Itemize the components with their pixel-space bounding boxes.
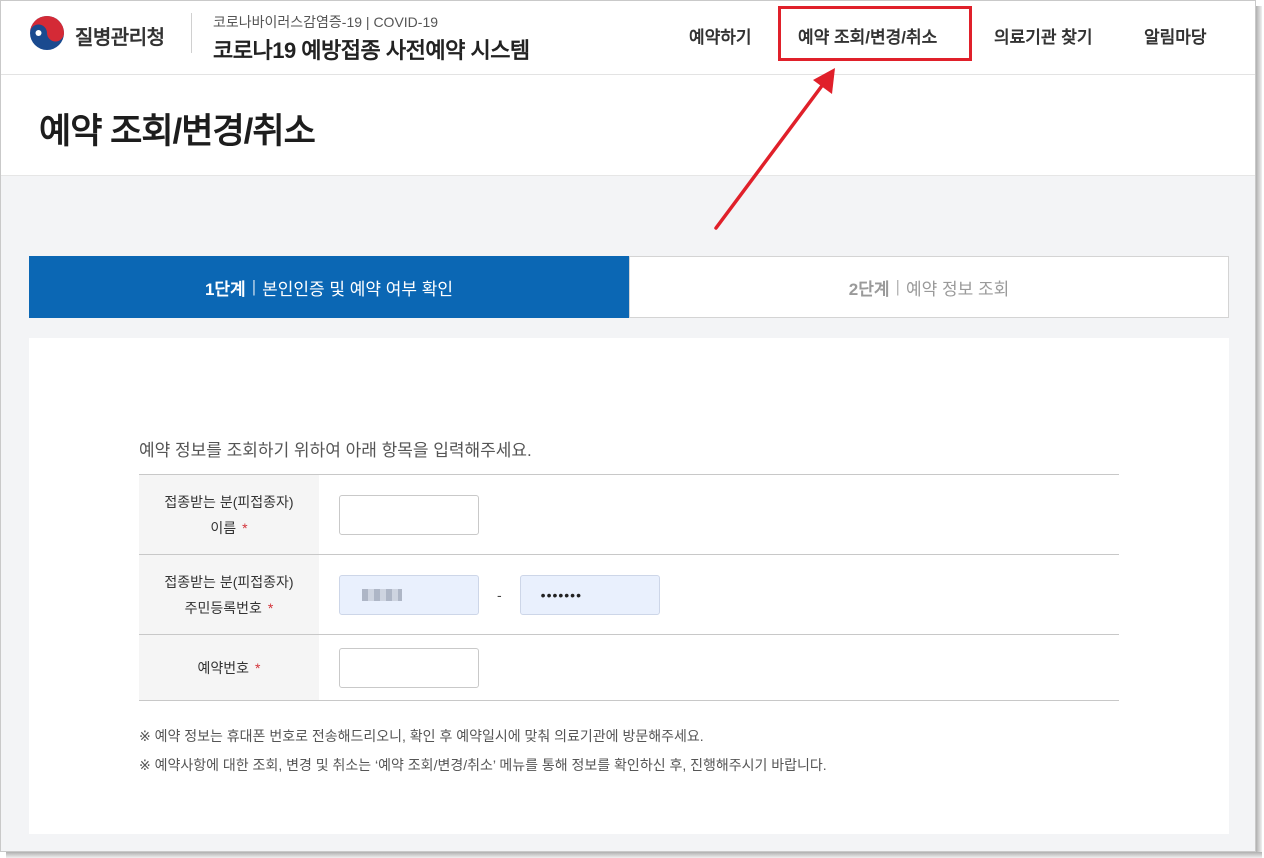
form-label-text: 이름	[210, 519, 237, 536]
form-row-reservation-number: 예약번호 *	[139, 635, 1119, 701]
step-separator: |	[251, 277, 257, 296]
step-1-label: 본인인증 및 예약 여부 확인	[262, 279, 454, 299]
step-1-tab: 1단계 | 본인인증 및 예약 여부 확인	[29, 256, 629, 318]
form-field-reservation-number	[319, 635, 1119, 700]
form-label-line: 예약번호 *	[198, 655, 261, 681]
header-divider	[191, 13, 192, 53]
resident-number-front-input[interactable]	[339, 574, 479, 615]
lookup-form-table: 접종받는 분(피접종자) 이름 * 접종받는 분(피접종자) 주민등록번호 *	[139, 474, 1119, 701]
form-label-text: 예약번호	[197, 659, 250, 676]
annotation-arrow-icon	[714, 68, 835, 230]
site-header: 질병관리청 코로나바이러스감염증-19 | COVID-19 코로나19 예방접…	[1, 1, 1255, 75]
note-item: ※ 예약 정보는 휴대폰 번호로 전송해드리오니, 확인 후 예약일시에 맞춰 …	[139, 728, 704, 744]
step-separator: |	[895, 277, 900, 296]
form-label-line: 접종받는 분(피접종자)	[164, 493, 294, 510]
nav-item-reserve[interactable]: 예약하기	[689, 23, 752, 48]
form-notes: ※ 예약 정보는 휴대폰 번호로 전송해드리오니, 확인 후 예약일시에 맞춰 …	[139, 722, 827, 780]
step-2-tab: 2단계 | 예약 정보 조회	[629, 256, 1229, 318]
required-mark: *	[242, 519, 248, 536]
nav-item-find-clinic[interactable]: 의료기관 찾기	[994, 23, 1093, 48]
header-subtitle: 코로나바이러스감염증-19 | COVID-19	[213, 14, 439, 30]
form-label-text: 주민등록번호	[184, 599, 262, 616]
form-label-line: 접종받는 분(피접종자)	[164, 573, 294, 590]
step-2-number: 2단계	[848, 279, 890, 299]
form-row-resident-number: 접종받는 분(피접종자) 주민등록번호 * - •••••••	[139, 555, 1119, 635]
form-row-name: 접종받는 분(피접종자) 이름 *	[139, 475, 1119, 555]
required-mark: *	[267, 599, 274, 616]
required-mark: *	[255, 659, 261, 676]
browser-viewport: 질병관리청 코로나바이러스감염증-19 | COVID-19 코로나19 예방접…	[0, 0, 1256, 852]
window-shadow-bottom	[6, 852, 1262, 858]
blurred-value	[362, 588, 402, 601]
masked-value: •••••••	[540, 586, 582, 603]
resident-number-back-input[interactable]: •••••••	[519, 574, 660, 615]
name-input[interactable]	[339, 494, 479, 535]
step-1-number: 1단계	[204, 279, 246, 299]
agency-name[interactable]: 질병관리청	[75, 21, 165, 50]
window-shadow-right	[1256, 6, 1262, 854]
form-label-resident-number: 접종받는 분(피접종자) 주민등록번호 *	[139, 555, 319, 634]
form-label-line: 이름 *	[210, 515, 247, 541]
form-label-reservation-number: 예약번호 *	[139, 635, 319, 700]
system-title[interactable]: 코로나19 예방접종 사전예약 시스템	[213, 33, 530, 65]
note-item: ※ 예약사항에 대한 조회, 변경 및 취소는 ‘예약 조회/변경/취소’ 메뉴…	[139, 757, 827, 773]
form-label-name: 접종받는 분(피접종자) 이름 *	[139, 475, 319, 554]
form-field-name	[319, 475, 1119, 554]
nav-highlight-box	[778, 6, 972, 61]
taegeuk-logo-icon[interactable]	[29, 15, 65, 51]
form-label-line: 주민등록번호 *	[185, 595, 274, 621]
reservation-number-input[interactable]	[339, 647, 479, 688]
nav-item-notices[interactable]: 알림마당	[1144, 23, 1207, 48]
lookup-form-panel: 예약 정보를 조회하기 위하여 아래 항목을 입력해주세요. 접종받는 분(피접…	[29, 338, 1229, 834]
page-title-area: 예약 조회/변경/취소	[1, 75, 1255, 176]
step-2-label: 예약 정보 조회	[905, 279, 1010, 299]
form-field-resident-number: - •••••••	[319, 555, 1119, 634]
page-title: 예약 조회/변경/취소	[39, 112, 316, 151]
resident-number-separator: -	[497, 586, 502, 603]
form-intro-text: 예약 정보를 조회하기 위하여 아래 항목을 입력해주세요.	[139, 441, 532, 460]
